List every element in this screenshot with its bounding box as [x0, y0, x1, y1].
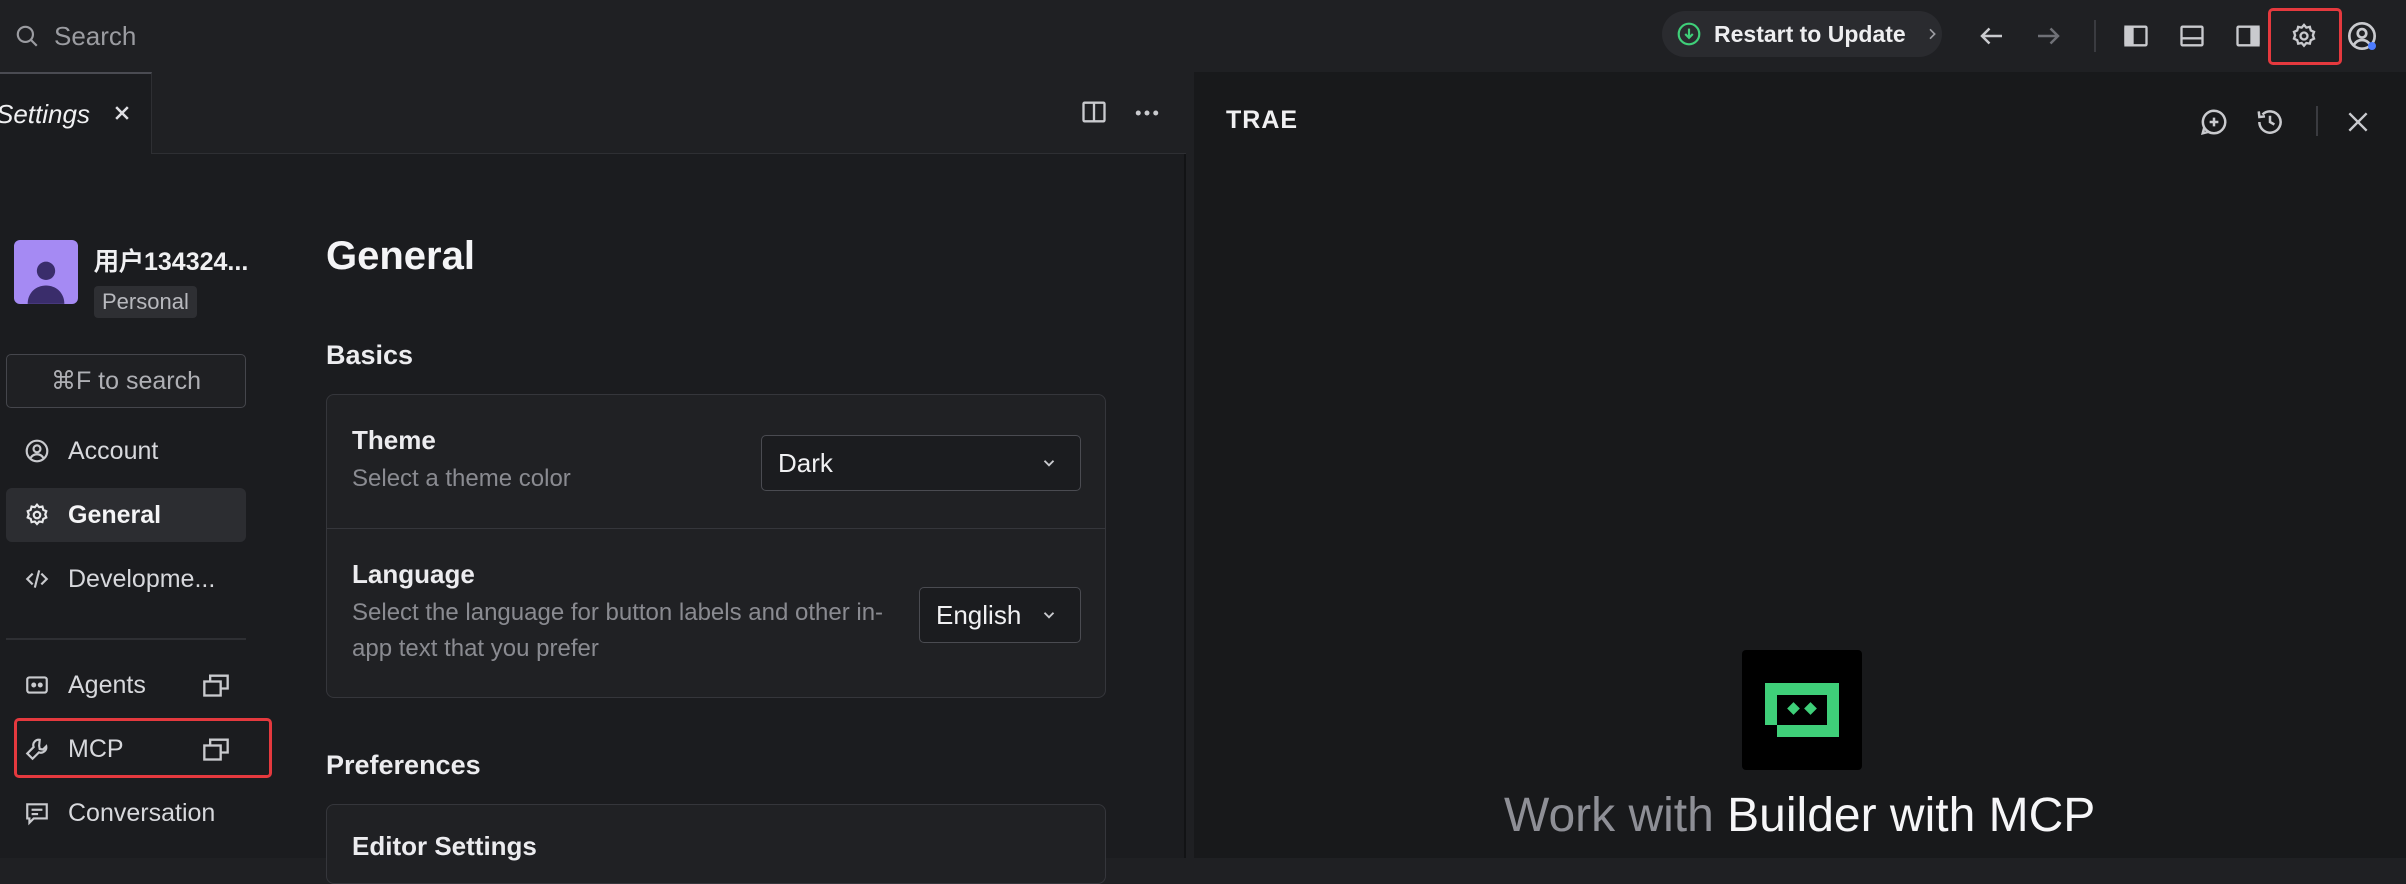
download-circle-icon	[1677, 22, 1701, 46]
toggle-secondary-sidebar-button[interactable]	[2226, 14, 2270, 58]
page-title: General	[326, 234, 475, 278]
global-search[interactable]: Search	[14, 18, 136, 54]
hero-heading: Work with Builder with MCP	[1504, 788, 2095, 843]
trae-logo-icon	[1765, 683, 1839, 737]
preferences-card: Editor Settings	[326, 804, 1106, 884]
editor-tab-bar: Settings	[0, 72, 1186, 154]
settings-search-label: ⌘F to search	[50, 367, 202, 395]
tab-label: Settings	[0, 98, 90, 129]
language-description: Select the language for button labels an…	[352, 599, 884, 662]
split-editor-icon	[1082, 101, 1106, 123]
hero-strong-text: Builder with MCP	[1727, 789, 2096, 842]
back-button[interactable]	[1970, 14, 2014, 58]
theme-row: Theme Select a theme color Dark	[327, 395, 1105, 529]
section-title-basics: Basics	[326, 340, 414, 370]
basics-card: Theme Select a theme color Dark Language…	[326, 394, 1106, 698]
account-button[interactable]	[2340, 14, 2384, 58]
mcp-highlight	[14, 718, 272, 778]
panel-bottom-icon	[2180, 25, 2204, 47]
panel-title: TRAE	[1226, 106, 1299, 134]
language-row: Language Select the language for button …	[327, 529, 1105, 697]
history-button[interactable]	[2250, 102, 2290, 142]
sidebar-item-label: Developme...	[68, 564, 216, 593]
trae-logo	[1742, 650, 1862, 770]
agent-icon	[26, 676, 48, 694]
ai-chat-panel: TRAE Work with Builder with MCP	[1194, 72, 2406, 858]
restart-to-update-button[interactable]: Restart to Update	[1662, 11, 1942, 57]
hero-muted-text: Work with	[1504, 789, 1714, 842]
search-placeholder: Search	[54, 20, 137, 51]
sidebar-item-account[interactable]: Account	[6, 424, 246, 478]
search-icon	[16, 25, 38, 47]
sidebar-item-development[interactable]: Developme...	[6, 552, 246, 606]
more-actions-button[interactable]	[1132, 98, 1162, 133]
user-circle-icon	[25, 439, 49, 463]
nav-divider	[6, 638, 246, 640]
close-icon	[2348, 112, 2368, 132]
sidebar-item-label: Agents	[68, 670, 146, 699]
sidebar-item-label: Conversation	[68, 798, 216, 827]
close-tab-button[interactable]	[112, 102, 132, 130]
close-panel-button[interactable]	[2338, 102, 2378, 142]
avatar	[14, 240, 78, 304]
editor-settings-label[interactable]: Editor Settings	[352, 831, 537, 862]
theme-label: Theme	[352, 425, 436, 455]
chat-icon	[26, 803, 48, 826]
theme-select[interactable]: Dark	[761, 435, 1081, 491]
forward-button[interactable]	[2026, 14, 2070, 58]
chevron-right-icon	[1929, 28, 1936, 40]
code-icon	[25, 570, 49, 588]
sidebar-right-icon	[2236, 25, 2260, 47]
gear-icon	[26, 503, 48, 526]
user-name: 用户134324...	[94, 248, 249, 276]
plan-badge: Personal	[94, 286, 197, 318]
sidebar-item-label: Account	[68, 436, 159, 465]
user-silhouette-icon	[27, 261, 65, 304]
new-chat-icon	[2200, 109, 2227, 136]
sidebar-item-label: General	[68, 500, 162, 529]
new-chat-button[interactable]	[2194, 102, 2234, 142]
theme-description: Select a theme color	[352, 465, 571, 492]
tab-settings[interactable]: Settings	[0, 72, 152, 154]
sidebar-left-icon	[2124, 25, 2148, 47]
title-bar: Search Restart to Update	[0, 0, 2406, 72]
user-circle-icon	[2348, 22, 2376, 50]
sidebar-item-conversation[interactable]: Conversation	[6, 786, 246, 840]
language-value: English	[936, 599, 1022, 630]
history-icon	[2257, 110, 2282, 134]
update-label: Restart to Update	[1714, 20, 1906, 47]
theme-value: Dark	[778, 447, 833, 478]
settings-nav: 用户134324... Personal ⌘F to search Accoun…	[0, 154, 272, 858]
arrow-left-icon	[1980, 27, 2002, 45]
user-card: 用户134324... Personal	[14, 240, 248, 318]
editor-panel: Settings 用户134324... Personal ⌘F to sear…	[0, 72, 1186, 884]
close-icon	[115, 106, 129, 120]
language-label: Language	[352, 559, 475, 589]
more-horizontal-icon	[1135, 110, 1159, 116]
external-window-icon	[203, 674, 229, 697]
split-editor-button[interactable]	[1080, 98, 1108, 131]
arrow-right-icon	[2038, 27, 2060, 45]
settings-search-button[interactable]: ⌘F to search	[6, 354, 246, 408]
chevron-down-icon	[1043, 612, 1055, 619]
toggle-panel-button[interactable]	[2170, 14, 2214, 58]
settings-highlight	[2268, 8, 2342, 65]
toggle-primary-sidebar-button[interactable]	[2114, 14, 2158, 58]
sidebar-item-general[interactable]: General	[6, 488, 246, 542]
panel-header-divider	[2316, 106, 2318, 136]
toolbar-divider	[2094, 20, 2096, 52]
sidebar-item-agents[interactable]: Agents	[6, 658, 246, 712]
language-select[interactable]: English	[919, 587, 1081, 643]
chevron-down-icon	[1043, 460, 1055, 467]
section-title-preferences: Preferences	[326, 750, 481, 780]
